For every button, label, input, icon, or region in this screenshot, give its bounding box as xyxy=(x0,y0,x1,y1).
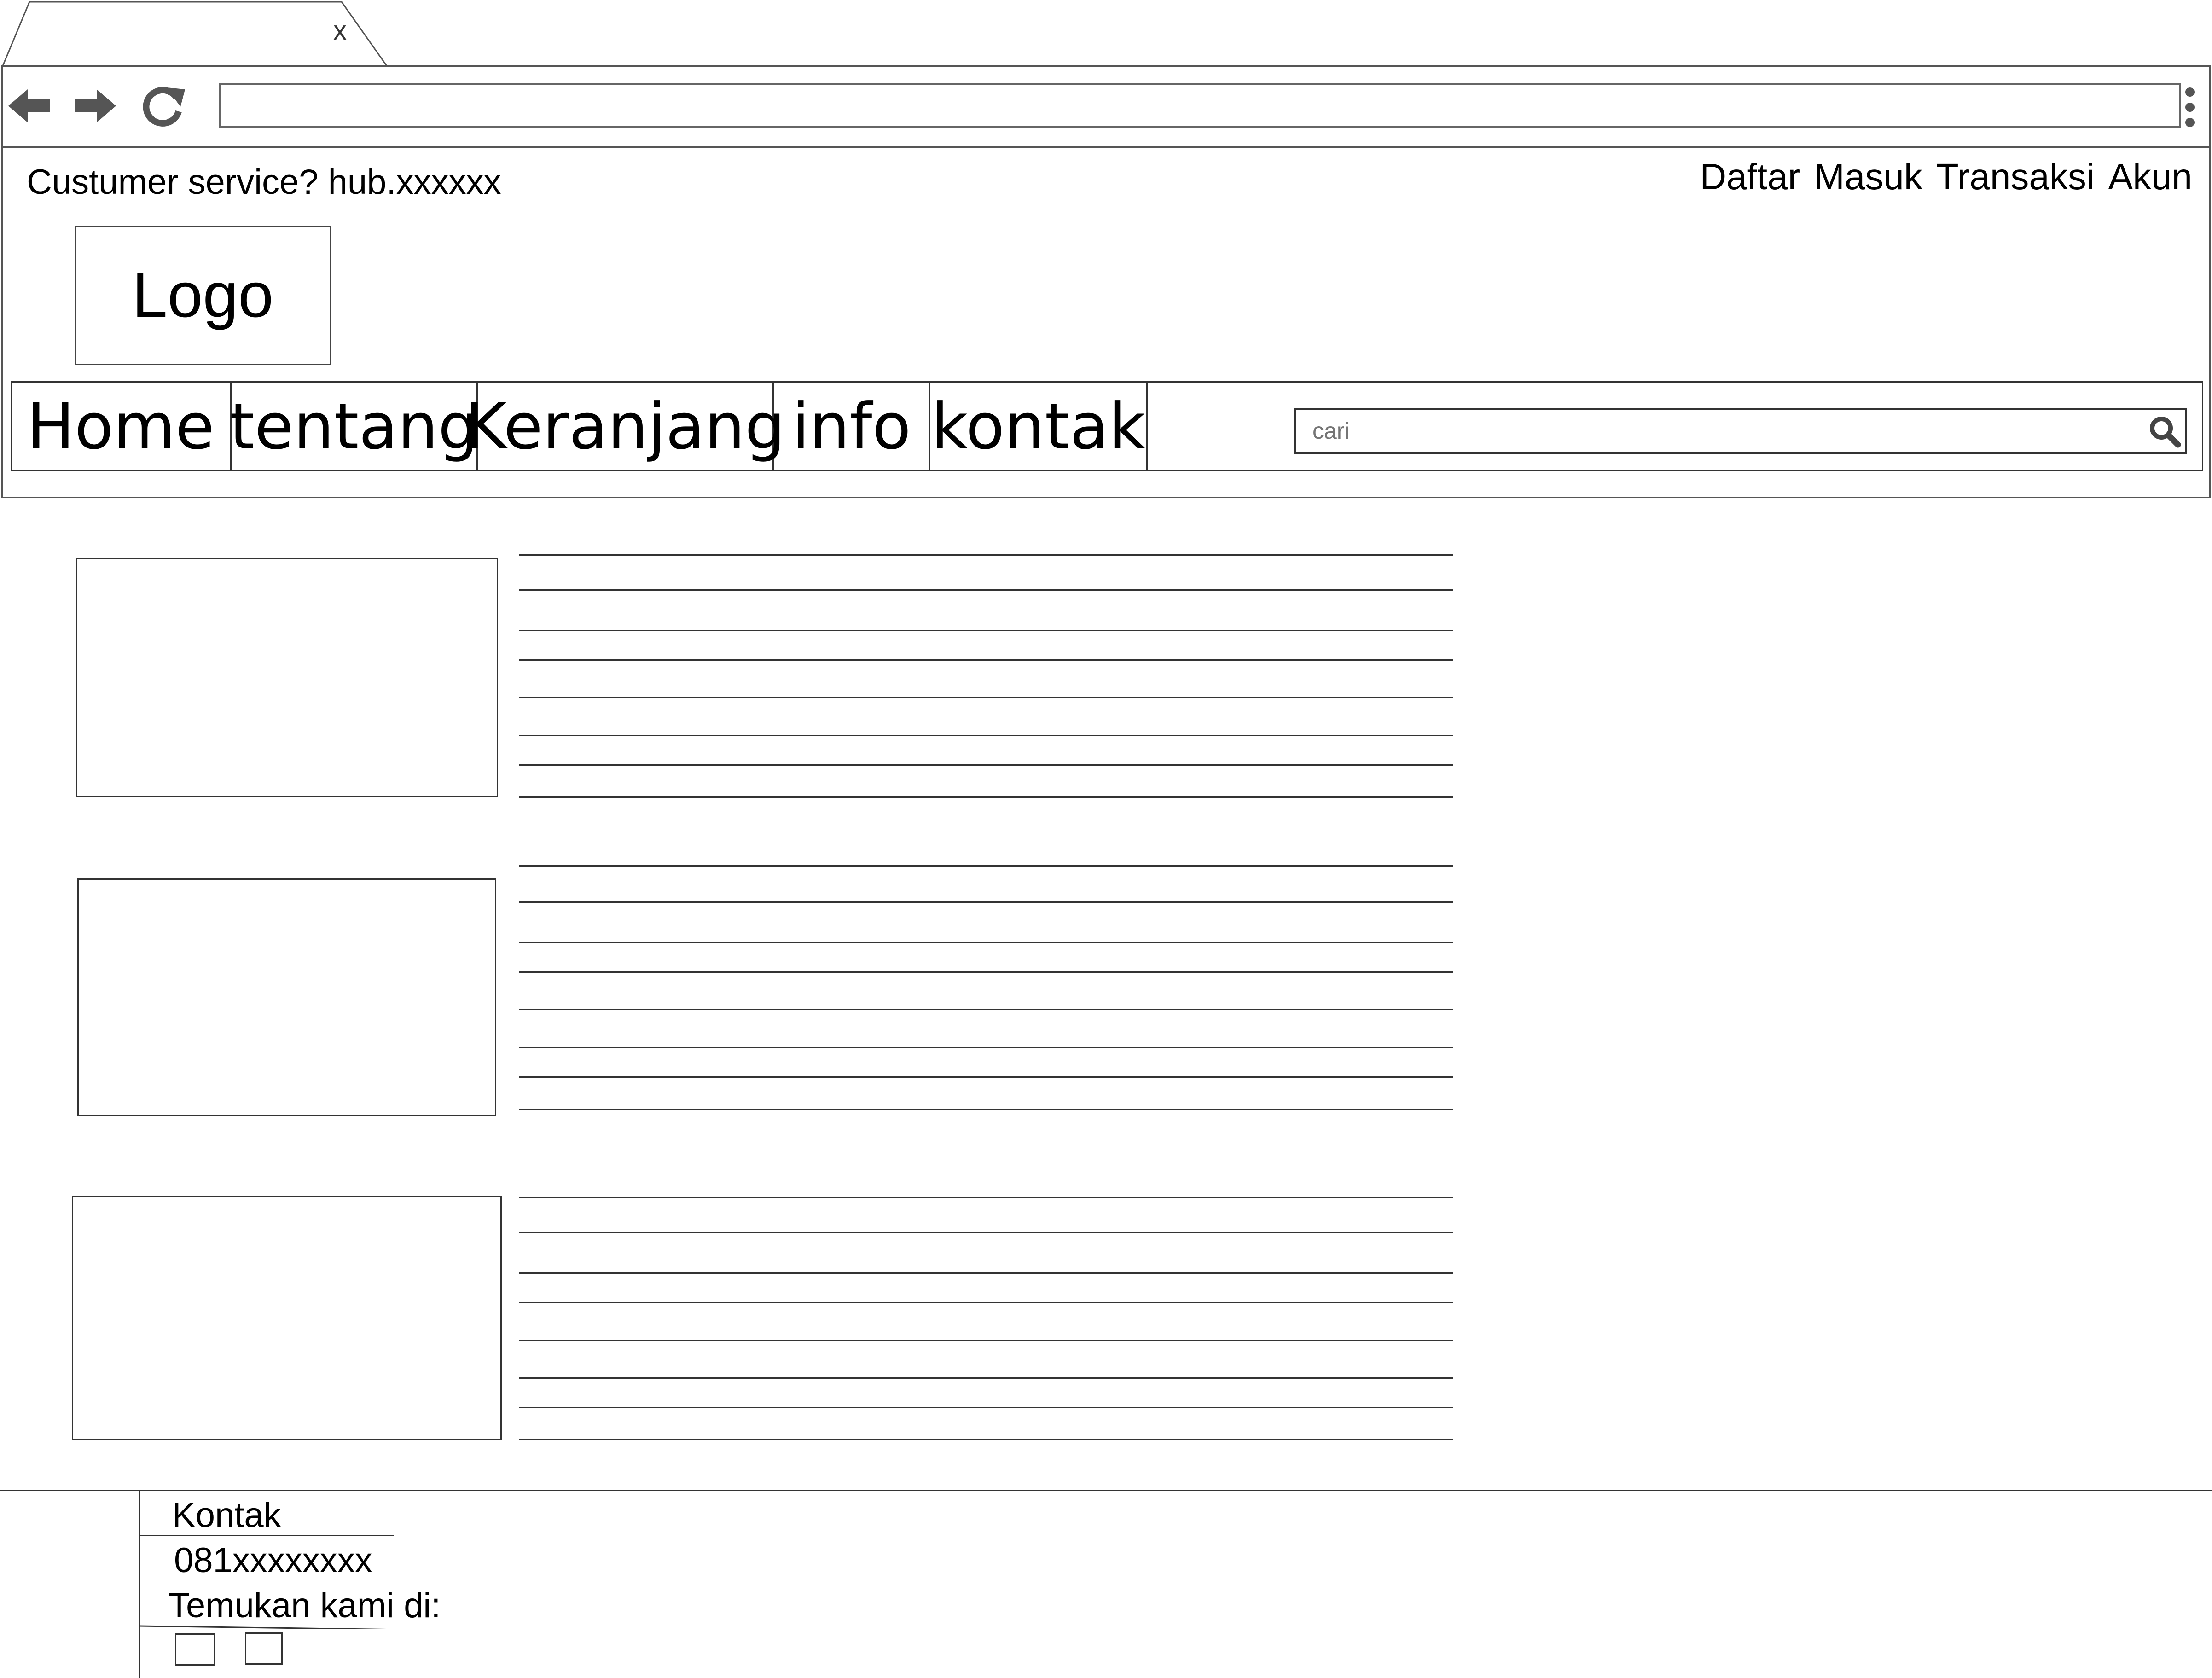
reload-icon[interactable] xyxy=(138,83,189,129)
footer-find-us-underline xyxy=(139,1625,387,1629)
footer-divider xyxy=(0,1490,2212,1491)
text-line xyxy=(519,1407,1453,1408)
footer-heading: Kontak xyxy=(172,1496,281,1535)
text-line xyxy=(519,697,1453,698)
search-icon[interactable] xyxy=(2148,414,2182,448)
kebab-menu-icon[interactable] xyxy=(2184,87,2195,128)
top-links: Daftar Masuk Transaksi Akun xyxy=(1700,156,2192,198)
nav-item-tentang[interactable]: tentang xyxy=(230,381,478,471)
arrow-left-icon[interactable] xyxy=(5,83,55,129)
transaksi-link[interactable]: Transaksi xyxy=(1936,156,2095,198)
text-line xyxy=(519,589,1453,591)
text-line xyxy=(519,1272,1453,1274)
text-line xyxy=(519,1232,1453,1233)
text-line xyxy=(519,1302,1453,1303)
nav-item-info[interactable]: info xyxy=(774,381,930,471)
nav-item-home[interactable]: Home xyxy=(11,381,232,471)
text-line xyxy=(519,1197,1453,1198)
text-line xyxy=(519,1076,1453,1078)
text-line xyxy=(519,1340,1453,1341)
address-bar[interactable] xyxy=(219,83,2181,128)
footer-phone: 081xxxxxxxx xyxy=(174,1541,372,1580)
search-box xyxy=(1294,408,2187,454)
social-icon[interactable] xyxy=(175,1633,215,1666)
article-image[interactable] xyxy=(72,1196,502,1440)
nav-item-kontak[interactable]: kontak xyxy=(930,381,1148,471)
text-line xyxy=(519,630,1453,631)
footer-heading-underline xyxy=(140,1535,394,1536)
text-line xyxy=(519,659,1453,661)
search-input[interactable] xyxy=(1296,410,2185,452)
daftar-link[interactable]: Daftar xyxy=(1700,156,1800,198)
article-image[interactable] xyxy=(76,558,498,797)
text-line xyxy=(519,1047,1453,1048)
text-line xyxy=(519,1009,1453,1010)
text-line xyxy=(519,1377,1453,1379)
article-image[interactable] xyxy=(77,878,496,1116)
text-line xyxy=(519,942,1453,943)
nav-item-keranjang[interactable]: Keranjang xyxy=(465,381,785,471)
toolbar-divider xyxy=(1,146,2211,148)
masuk-link[interactable]: Masuk xyxy=(1814,156,1922,198)
text-line xyxy=(519,971,1453,973)
tab-close-button[interactable]: x xyxy=(333,17,347,44)
customer-service-text: Custumer service? hub.xxxxxx xyxy=(27,163,501,202)
akun-link[interactable]: Akun xyxy=(2108,156,2192,198)
text-line xyxy=(519,901,1453,903)
logo-placeholder[interactable]: Logo xyxy=(75,226,331,365)
footer-vertical-divider xyxy=(139,1491,140,1678)
arrow-right-icon[interactable] xyxy=(69,83,120,129)
text-line xyxy=(519,1109,1453,1110)
text-line xyxy=(519,554,1453,556)
text-line xyxy=(519,796,1453,798)
text-line xyxy=(519,735,1453,736)
text-line xyxy=(519,1439,1453,1440)
text-line xyxy=(519,764,1453,766)
text-line xyxy=(519,865,1453,867)
social-icon[interactable] xyxy=(245,1632,283,1665)
